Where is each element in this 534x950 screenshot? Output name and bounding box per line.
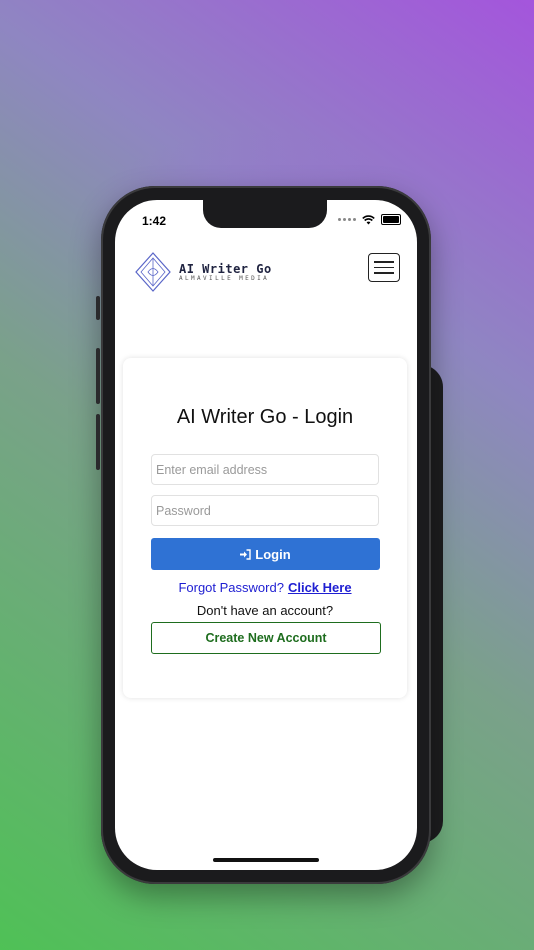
status-time: 1:42 [142,214,167,228]
volume-up-button [96,348,100,404]
notch [203,200,327,228]
wifi-icon [362,214,375,224]
logo[interactable]: AI Writer Go ALMAVILLE MEDIA [135,252,272,292]
logo-diamond-icon [135,252,171,292]
phone-screen: 1:42 AI Writer Go ALMAVILLE MEDIA AI Wri… [115,200,417,870]
no-account-text: Don't have an account? [196,603,334,618]
forgot-password-text: Forgot Password? [178,580,284,595]
forgot-password-link[interactable]: Click Here [288,580,352,595]
login-card: AI Writer Go - Login Login Forgot Passwo… [123,358,407,698]
home-indicator[interactable] [213,858,319,862]
forgot-password: Forgot Password? Click Here [123,580,407,595]
battery-icon [381,214,401,225]
menu-icon [374,261,394,263]
create-account-button[interactable]: Create New Account [151,622,381,654]
email-input[interactable] [151,454,379,485]
volume-down-button [96,414,100,470]
app-header: AI Writer Go ALMAVILLE MEDIA [115,252,417,296]
sign-in-icon [240,548,251,560]
logo-title: AI Writer Go [179,261,272,276]
logo-subtitle: ALMAVILLE MEDIA [179,274,270,282]
phone-frame: 1:42 AI Writer Go ALMAVILLE MEDIA AI Wri… [96,186,431,884]
login-button[interactable]: Login [151,538,380,570]
signal-icon [338,218,356,221]
menu-button[interactable] [368,253,400,282]
mute-switch [96,296,100,320]
status-icons [338,214,401,225]
login-title: AI Writer Go - Login [176,406,354,428]
password-input[interactable] [151,495,379,526]
login-button-label: Login [255,546,291,562]
